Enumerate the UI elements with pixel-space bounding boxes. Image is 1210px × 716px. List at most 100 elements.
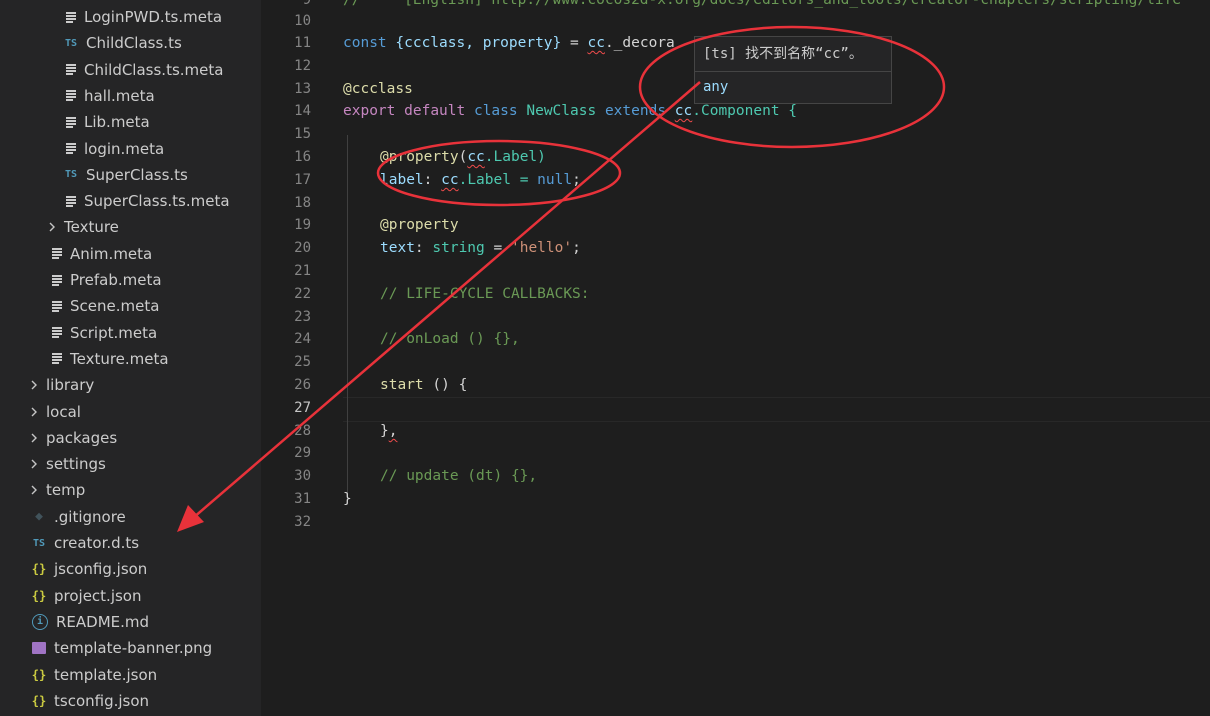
explorer-item-label: Script.meta [70, 323, 158, 342]
explorer-item[interactable]: TS ChildClass.ts [0, 30, 261, 56]
line-number: 30 [294, 468, 311, 484]
explorer-item-label: creator.d.ts [54, 534, 140, 552]
explorer-item-label: SuperClass.ts [86, 165, 188, 184]
explorer-item[interactable]: {} template.json [0, 662, 261, 688]
explorer-item[interactable]: temp [0, 477, 261, 503]
line-number: 18 [294, 195, 311, 211]
line-number: 15 [294, 126, 311, 142]
code-line-11[interactable]: const {ccclass, property} = cc._decora [343, 32, 675, 55]
git-icon: ◆ [35, 509, 43, 525]
token: .Label = [458, 172, 538, 188]
ts-icon: TS [64, 169, 78, 181]
explorer-item[interactable]: TS SuperClass.ts [0, 162, 261, 188]
explorer-item-label: Texture [64, 218, 119, 237]
error-token: cc [587, 35, 605, 51]
explorer-item[interactable]: LoginPWD.ts.meta [0, 4, 261, 30]
token: export [343, 103, 396, 119]
explorer-item[interactable]: Lib.meta [0, 109, 261, 135]
explorer-item-label: ChildClass.ts.meta [84, 60, 224, 79]
chevron-right-icon [30, 380, 40, 390]
explorer-item[interactable]: {} tsconfig.json [0, 688, 261, 714]
code-line-13[interactable]: @ccclass [343, 78, 413, 101]
code-line-31[interactable]: } [343, 488, 352, 511]
explorer-item[interactable]: settings [0, 451, 261, 477]
code-line-16[interactable]: @property(cc.Label) [380, 146, 546, 169]
explorer-item-label: Anim.meta [70, 244, 153, 263]
explorer-item[interactable]: TS creator.d.ts [0, 530, 261, 556]
indent-guide [347, 135, 348, 499]
error-token: cc [467, 149, 485, 165]
meta-icon [66, 116, 76, 128]
token: NewClass [526, 103, 597, 119]
explorer-item[interactable]: {} project.json [0, 583, 261, 609]
code-line-20[interactable]: text: string = 'hello'; [380, 237, 581, 260]
code-line-9[interactable]: // [English] http://www.cocos2d-x.org/do… [343, 0, 1181, 12]
explorer-item-label: temp [46, 481, 86, 500]
code-line-22[interactable]: // LIFE-CYCLE CALLBACKS: [380, 283, 590, 306]
line-number: 19 [294, 217, 311, 233]
token: null [537, 172, 573, 188]
token: start [380, 377, 424, 393]
code-line-28[interactable]: }, [380, 420, 397, 443]
token: string [432, 240, 485, 256]
line-number: 26 [294, 377, 311, 393]
meta-icon [52, 353, 62, 365]
code-editor[interactable]: 9 // [English] http://www.cocos2d-x.org/… [261, 0, 1210, 716]
explorer-item[interactable]: Anim.meta [0, 241, 261, 267]
explorer-item[interactable]: local [0, 399, 261, 425]
token: .Label) [484, 149, 546, 165]
token: 'hello' [510, 240, 573, 256]
explorer-item-label: template-banner.png [54, 639, 213, 658]
code-line-26[interactable]: start () { [380, 374, 467, 397]
token: : [423, 172, 442, 188]
line-number: 11 [294, 35, 311, 51]
explorer-item[interactable]: Scene.meta [0, 293, 261, 319]
explorer-item-label: library [46, 376, 95, 395]
explorer-item[interactable]: Texture [0, 214, 261, 240]
explorer-item[interactable]: Texture.meta [0, 346, 261, 372]
explorer-item-label: login.meta [84, 139, 165, 158]
code-line-24[interactable]: // onLoad () {}, [380, 328, 520, 351]
ts-icon: TS [64, 37, 78, 49]
explorer-item[interactable]: library [0, 372, 261, 398]
token: } [380, 423, 389, 439]
explorer-item[interactable]: ◆ .gitignore [0, 504, 261, 530]
line-number: 14 [294, 103, 311, 119]
token: = [484, 240, 511, 256]
json-icon: {} [31, 562, 47, 577]
explorer-item[interactable]: Prefab.meta [0, 267, 261, 293]
code-line-19[interactable]: @property [380, 214, 459, 237]
explorer-item[interactable]: {} jsconfig.json [0, 556, 261, 582]
line-number: 17 [294, 172, 311, 188]
token: ( [458, 149, 468, 165]
code-line-30[interactable]: // update (dt) {}, [380, 465, 537, 488]
explorer-item[interactable]: SuperClass.ts.meta [0, 188, 261, 214]
explorer-item[interactable]: login.meta [0, 136, 261, 162]
json-icon: {} [31, 693, 47, 708]
line-number: 31 [294, 491, 311, 507]
explorer-item[interactable]: i README.md [0, 609, 261, 635]
line-number: 27 [294, 400, 311, 416]
error-hover-tooltip: [ts] 找不到名称“cc”。 any [694, 36, 892, 104]
line-number: 32 [294, 514, 311, 530]
chevron-right-icon [30, 485, 40, 495]
meta-icon [52, 248, 62, 260]
explorer-item[interactable]: packages [0, 425, 261, 451]
explorer-item[interactable]: template-banner.png [0, 635, 261, 661]
json-icon: {} [31, 667, 47, 682]
code-line-17[interactable]: label: cc.Label = null; [380, 169, 581, 192]
token: text [380, 240, 415, 256]
line-number: 29 [294, 445, 311, 461]
line-number: 12 [294, 58, 311, 74]
explorer-item-label: template.json [54, 665, 158, 684]
explorer-item[interactable]: hall.meta [0, 83, 261, 109]
error-token: cc [441, 172, 459, 188]
token: ._decora [604, 35, 675, 51]
explorer-item[interactable]: Script.meta [0, 320, 261, 346]
token: default [404, 103, 466, 119]
token: ; [572, 240, 581, 256]
explorer-sidebar: LoginPWD.ts.meta TS ChildClass.ts ChildClas… [0, 0, 261, 716]
explorer-item[interactable]: ChildClass.ts.meta [0, 57, 261, 83]
explorer-item-label: LoginPWD.ts.meta [84, 8, 223, 26]
chevron-right-icon [30, 407, 40, 417]
